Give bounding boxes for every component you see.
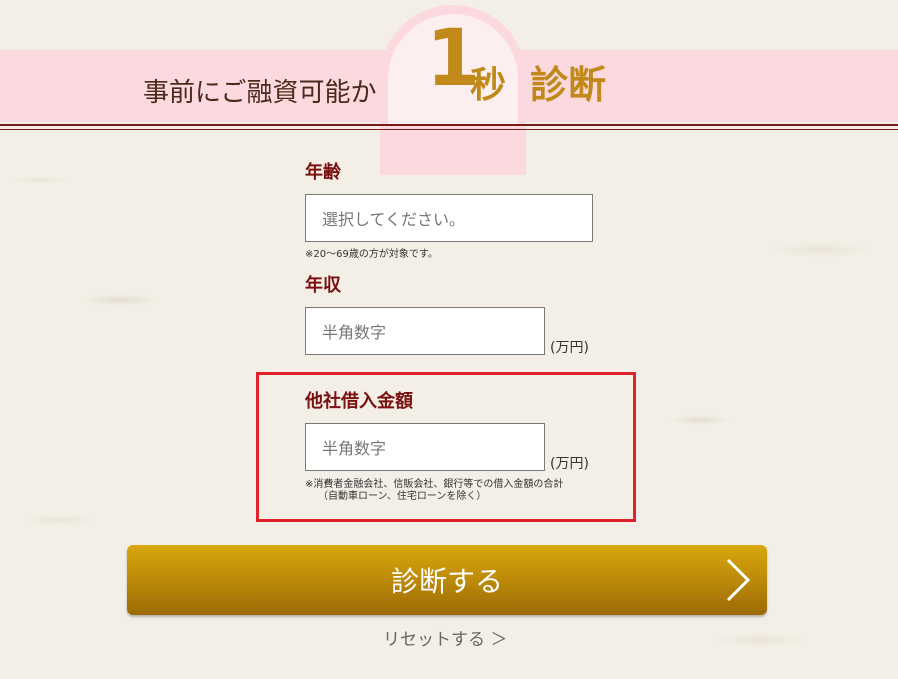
banner-seconds: 秒 [470,65,507,106]
other-loans-unit: (万円) [550,456,589,472]
age-select-placeholder: 選択してください。 [322,210,466,229]
income-input-placeholder: 半角数字 [322,323,387,342]
income-input[interactable]: 半角数字 [305,307,545,355]
other-loans-label: 他社借入金額 [305,391,413,412]
other-loans-note: ※消費者金融会社、信販会社、銀行等での借入金額の合計 [305,479,564,490]
banner-lead-text: 事前にご融資可能か [143,78,377,108]
reset-link[interactable]: リセットする ＞ [383,625,507,650]
banner-diagnosis: 診断 [530,63,607,107]
chevron-right-icon [726,558,751,602]
banner-rule-thin [0,129,898,130]
banner-rule [0,124,898,126]
diagnose-button-label: 診断する [390,565,503,598]
age-label: 年齢 [305,162,341,183]
age-select[interactable]: 選択してください。 [305,194,593,242]
other-loans-note-exclusion: （自動車ローン、住宅ローンを除く） [318,491,487,502]
diagnose-button[interactable]: 診断する [127,545,767,615]
other-loans-input-placeholder: 半角数字 [322,439,387,458]
income-unit: (万円) [550,340,589,356]
other-loans-input[interactable]: 半角数字 [305,423,545,471]
income-label: 年収 [305,275,341,296]
age-note: ※20～69歳の方が対象です。 [305,249,438,260]
